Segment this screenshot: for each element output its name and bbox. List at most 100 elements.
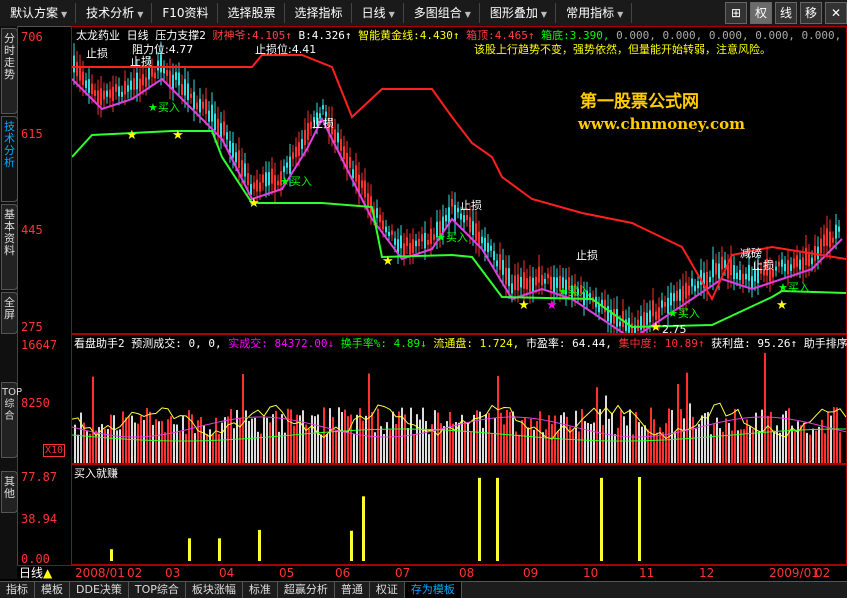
price-label-615: 615 [21, 127, 43, 141]
volume-bar [722, 431, 724, 463]
volume-bar [347, 416, 349, 463]
tab-other[interactable]: 其他 [1, 471, 18, 513]
volume-bar [626, 425, 628, 463]
candle-body [145, 77, 147, 87]
candle-body [223, 121, 225, 136]
volume-bar [470, 432, 472, 463]
line-button[interactable]: 线 [775, 2, 797, 24]
tab-super-win[interactable]: 超赢分析 [278, 582, 335, 598]
period-menu[interactable]: 日线 ▼ [354, 3, 404, 23]
tab-tech-analysis[interactable]: 技术分析 [1, 116, 18, 202]
tab-top-synthesis[interactable]: TOP综合 [129, 582, 186, 598]
volume-bar [464, 421, 466, 463]
volume-bar [686, 372, 688, 463]
candle-body [295, 146, 297, 158]
candle-body [94, 90, 96, 96]
select-stock-menu[interactable]: 选择股票 [220, 3, 285, 23]
volume-bar [200, 417, 202, 463]
volume-bar [257, 431, 259, 463]
candle-body [787, 259, 789, 275]
candle-body [322, 105, 324, 110]
volume-bar [812, 428, 814, 463]
volume-bar [254, 417, 256, 463]
volume-bar [815, 430, 817, 463]
volume-bar [77, 434, 79, 463]
scheme-menu[interactable]: 默认方案 ▼ [2, 3, 77, 23]
weight-button[interactable]: 权 [750, 2, 772, 24]
volume-label-top: 16647 [21, 338, 58, 352]
candle-body [292, 152, 294, 160]
candle-body [376, 208, 378, 218]
volume-bar [830, 415, 832, 463]
tab-dde[interactable]: DDE决策 [70, 582, 129, 598]
candle-body [490, 245, 492, 251]
tab-indicator[interactable]: 指标 [0, 582, 35, 598]
date-axis: 日线▲ 2008/01 02 03 04 05 06 07 08 09 10 11 12 2009/01… [17, 565, 847, 580]
close-icon[interactable]: ✕ [825, 2, 847, 24]
volume-bar [683, 418, 685, 463]
volume-bar [89, 433, 91, 463]
candle-body [412, 239, 414, 254]
tab-normal[interactable]: 普通 [335, 582, 370, 598]
buy-tag: ★买入 [280, 175, 312, 188]
volume-bar [584, 421, 586, 463]
candle-body [664, 301, 666, 307]
tab-warrant[interactable]: 权证 [370, 582, 405, 598]
candle-body [76, 61, 78, 77]
candle-body [415, 240, 417, 247]
volume-bar [665, 423, 667, 463]
candle-body [301, 139, 303, 149]
price-label-top: 706 [21, 30, 43, 44]
volume-bar [482, 427, 484, 463]
tab-intraday[interactable]: 分时走势 [1, 28, 18, 114]
tab-standard[interactable]: 标准 [243, 582, 278, 598]
tab-save-template[interactable]: 存为模板 [404, 582, 462, 598]
volume-bar [233, 428, 235, 463]
candle-body [553, 276, 555, 293]
volume-bar [401, 407, 403, 463]
candle-body [430, 228, 432, 244]
grid-icon[interactable]: ⊞ [725, 2, 747, 24]
buy-panel[interactable]: 买入就赚 [71, 464, 847, 565]
period-indicator[interactable]: 日线▲ [19, 566, 52, 580]
select-indicator-menu[interactable]: 选择指标 [287, 3, 352, 23]
volume-bar [74, 424, 76, 463]
volume-bar [698, 424, 700, 463]
volume-scale-label[interactable]: X10 [43, 444, 66, 457]
candle-body [631, 323, 633, 337]
tab-template[interactable]: 模板 [35, 582, 70, 598]
price-label-275: 275 [21, 320, 43, 334]
tab-sector-gain[interactable]: 板块涨幅 [186, 582, 243, 598]
volume-bar [692, 416, 694, 463]
candle-body [742, 273, 744, 284]
candle-body [481, 236, 483, 244]
candle-body [235, 152, 237, 163]
tech-analysis-menu[interactable]: 技术分析 ▼ [78, 3, 153, 23]
volume-bar [518, 434, 520, 463]
candle-body [823, 234, 825, 247]
candle-body [139, 78, 141, 92]
stop-tag: 止损 [576, 249, 598, 262]
candle-body [784, 263, 786, 272]
f10-menu[interactable]: F10资料 [154, 3, 218, 23]
multi-chart-menu[interactable]: 多图组合 ▼ [406, 3, 480, 23]
candle-body [97, 90, 99, 105]
price-panel[interactable]: 太龙药业 日线 压力支撑2 财神爷:4.105↑ B:4.326↑ 智能黄金线:… [71, 26, 847, 348]
buy-signal-bar [110, 549, 113, 561]
volume-bar [458, 422, 460, 463]
candle-body [88, 79, 90, 93]
date-label: 10 [583, 566, 599, 580]
volume-bar [371, 412, 373, 463]
volume-bar [605, 395, 607, 463]
candle-body [652, 300, 654, 317]
volume-bar [479, 411, 481, 463]
tab-fullscreen[interactable]: 全屏 [1, 292, 18, 334]
tab-top[interactable]: TOP综合 [1, 382, 22, 458]
overlay-menu[interactable]: 图形叠加 ▼ [482, 3, 557, 23]
volume-bar [719, 428, 721, 463]
volume-panel[interactable]: 看盘助手2 预测成交: 0, 0, 实成交: 84372.00↓ 换手率%: 4… [71, 334, 847, 464]
tab-basic-info[interactable]: 基本资料 [1, 204, 18, 290]
candle-body [106, 90, 108, 97]
common-indicator-menu[interactable]: 常用指标 ▼ [558, 3, 633, 23]
move-button[interactable]: 移 [800, 2, 822, 24]
